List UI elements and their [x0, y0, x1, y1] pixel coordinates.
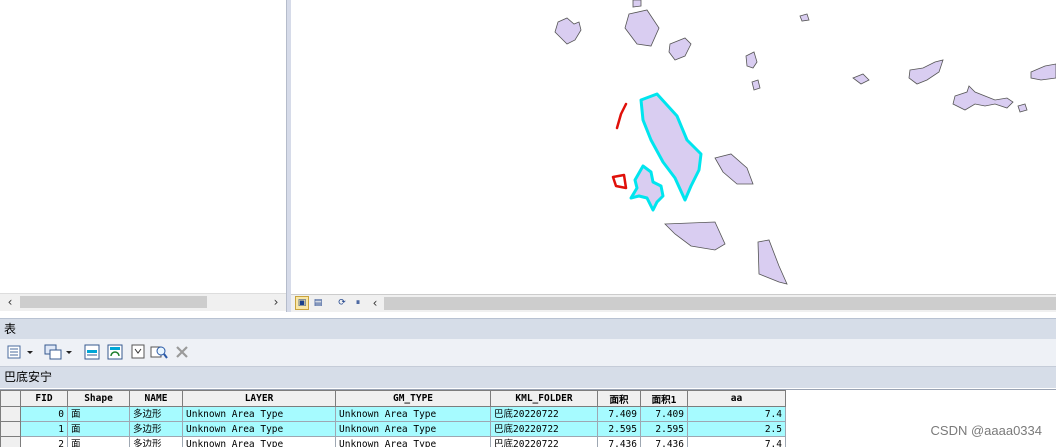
polygon-feature: [1031, 64, 1056, 80]
cell-area[interactable]: 2.595: [598, 422, 641, 437]
polygon-feature: [853, 74, 869, 84]
polygon-feature: [715, 154, 753, 184]
polygon-feature: [800, 14, 809, 21]
polygon-feature: [746, 52, 757, 68]
select-by-attributes-icon[interactable]: [84, 344, 100, 360]
delete-selected-icon[interactable]: [175, 344, 189, 360]
column-header-shape[interactable]: Shape: [68, 391, 130, 407]
cell-name[interactable]: 多边形: [130, 422, 183, 437]
table-toolbar: [0, 339, 1056, 366]
cell-fid[interactable]: 0: [21, 407, 68, 422]
polygon-feature: [752, 80, 760, 90]
polygon-feature: [669, 38, 691, 60]
related-tables-icon[interactable]: [44, 344, 74, 360]
polygon-feature: [909, 60, 943, 84]
table-window-title: 表: [0, 318, 1056, 339]
cell-aa[interactable]: 2.5: [688, 422, 786, 437]
cell-kml-folder[interactable]: 巴底20220722: [491, 407, 598, 422]
table-options-icon[interactable]: [7, 344, 35, 360]
cell-shape[interactable]: 面: [68, 407, 130, 422]
cell-fid[interactable]: 2: [21, 437, 68, 447]
red-sketch-shape: [613, 175, 626, 188]
cell-area1[interactable]: 7.409: [641, 407, 688, 422]
scroll-left-arrow-icon[interactable]: ‹: [2, 295, 18, 310]
refresh-icon[interactable]: ⟳: [335, 296, 349, 310]
row-selector-header[interactable]: [1, 391, 21, 407]
row-selector[interactable]: [1, 407, 21, 422]
table-row[interactable]: 0 面 多边形 Unknown Area Type Unknown Area T…: [1, 407, 786, 422]
column-header-area[interactable]: 面积: [598, 391, 641, 407]
red-sketch-line: [617, 104, 626, 128]
polygon-feature: [1018, 104, 1027, 112]
toc-pane: [0, 0, 287, 312]
data-view-icon[interactable]: ▣: [295, 296, 309, 310]
cell-fid[interactable]: 1: [21, 422, 68, 437]
column-header-area1[interactable]: 面积1: [641, 391, 688, 407]
zoom-to-selected-icon[interactable]: [150, 344, 168, 360]
cell-layer[interactable]: Unknown Area Type: [183, 437, 336, 447]
cell-kml-folder[interactable]: 巴底20220722: [491, 422, 598, 437]
column-header-aa[interactable]: aa: [688, 391, 786, 407]
toc-horizontal-scrollbar[interactable]: ‹ ›: [0, 293, 286, 311]
column-header-kml-folder[interactable]: KML_FOLDER: [491, 391, 598, 407]
layout-view-icon[interactable]: ▤: [311, 296, 325, 310]
polygon-feature: [625, 10, 659, 46]
cell-shape[interactable]: 面: [68, 422, 130, 437]
cell-layer[interactable]: Unknown Area Type: [183, 407, 336, 422]
polygon-feature: [758, 240, 787, 284]
layer-table-tab[interactable]: 巴底安宁: [0, 366, 1056, 388]
column-header-name[interactable]: NAME: [130, 391, 183, 407]
column-header-layer[interactable]: LAYER: [183, 391, 336, 407]
scrollbar-thumb[interactable]: [20, 296, 207, 308]
csdn-watermark: CSDN @aaaa0334: [931, 423, 1042, 438]
cell-gm-type[interactable]: Unknown Area Type: [336, 407, 491, 422]
row-selector[interactable]: [1, 437, 21, 447]
cell-gm-type[interactable]: Unknown Area Type: [336, 437, 491, 447]
cell-aa[interactable]: 7.4: [688, 407, 786, 422]
scroll-right-arrow-icon[interactable]: ›: [268, 295, 284, 310]
map-view-bar: ▣ ▤ ⟳ ⏸ ‹: [291, 294, 1056, 312]
cell-aa[interactable]: 7.4: [688, 437, 786, 447]
cell-area1[interactable]: 2.595: [641, 422, 688, 437]
polygon-feature: [555, 18, 581, 44]
map-canvas[interactable]: [291, 0, 1056, 294]
map-horizontal-scrollbar[interactable]: [384, 297, 1056, 310]
map-view[interactable]: [291, 0, 1056, 294]
cell-area1[interactable]: 7.436: [641, 437, 688, 447]
cell-area[interactable]: 7.436: [598, 437, 641, 447]
polygon-feature: [633, 0, 641, 7]
pause-icon[interactable]: ⏸: [351, 296, 365, 310]
table-row[interactable]: 2 面 多边形 Unknown Area Type Unknown Area T…: [1, 437, 786, 447]
cell-shape[interactable]: 面: [68, 437, 130, 447]
cell-name[interactable]: 多边形: [130, 407, 183, 422]
cell-name[interactable]: 多边形: [130, 437, 183, 447]
polygon-feature: [665, 222, 725, 250]
switch-selection-icon[interactable]: [107, 344, 123, 360]
selected-polygon-feature: [631, 166, 663, 210]
column-header-gm-type[interactable]: GM_TYPE: [336, 391, 491, 407]
attribute-table: FID Shape NAME LAYER GM_TYPE KML_FOLDER …: [0, 389, 1056, 447]
table-row[interactable]: 1 面 多边形 Unknown Area Type Unknown Area T…: [1, 422, 786, 437]
cell-area[interactable]: 7.409: [598, 407, 641, 422]
cell-layer[interactable]: Unknown Area Type: [183, 422, 336, 437]
cell-gm-type[interactable]: Unknown Area Type: [336, 422, 491, 437]
row-selector[interactable]: [1, 422, 21, 437]
cell-kml-folder[interactable]: 巴底20220722: [491, 437, 598, 447]
table-header-row: FID Shape NAME LAYER GM_TYPE KML_FOLDER …: [1, 391, 786, 407]
polygon-feature: [953, 86, 1013, 110]
clear-selection-icon[interactable]: [130, 344, 146, 360]
column-header-fid[interactable]: FID: [21, 391, 68, 407]
scroll-left-arrow-icon[interactable]: ‹: [368, 296, 382, 310]
